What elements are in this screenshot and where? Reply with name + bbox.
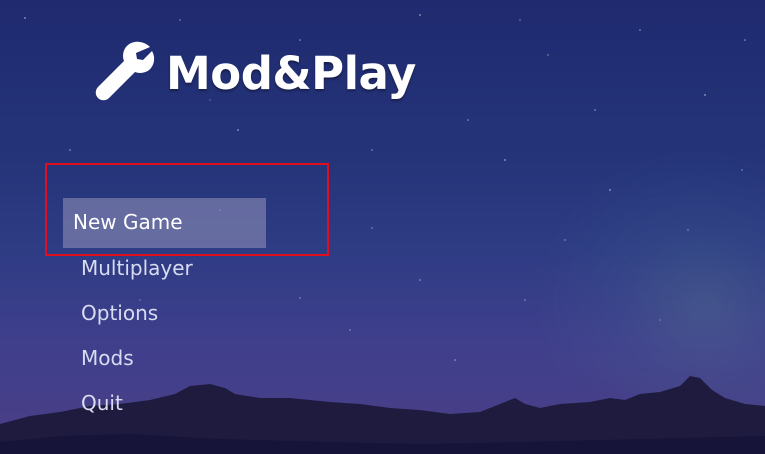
menu-item-mods[interactable]: Mods xyxy=(63,336,266,381)
logo-title: Mod&Play xyxy=(166,46,416,100)
menu-item-options[interactable]: Options xyxy=(63,291,266,336)
game-logo: Mod&Play xyxy=(88,38,416,108)
menu-item-multiplayer[interactable]: Multiplayer xyxy=(63,246,266,291)
main-menu: New Game Multiplayer Options Mods Quit xyxy=(63,198,266,426)
wrench-icon xyxy=(95,41,155,101)
menu-item-new-game[interactable]: New Game xyxy=(63,198,266,248)
menu-item-quit[interactable]: Quit xyxy=(63,381,266,426)
